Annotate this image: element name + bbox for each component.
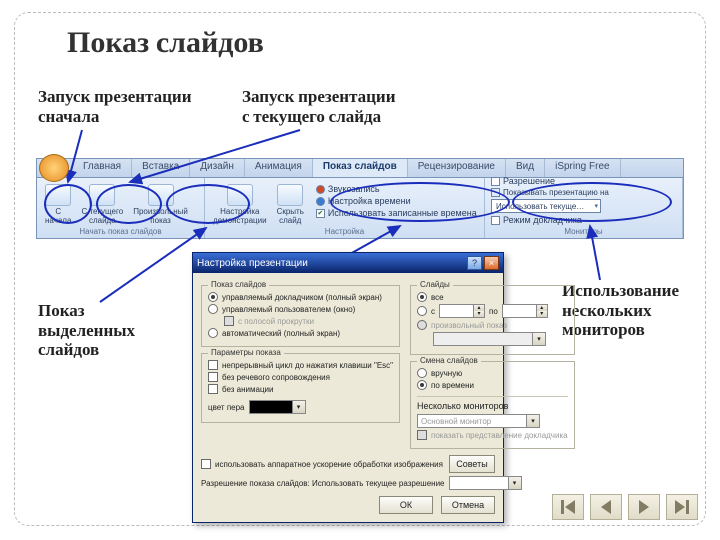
tab-review[interactable]: Рецензирование (408, 159, 506, 177)
radio-kiosk[interactable]: автоматический (полный экран) (208, 328, 393, 338)
highlight-oval (96, 184, 162, 224)
help-button[interactable]: ? (467, 256, 482, 270)
group-monitors-label: Мониторы (491, 227, 676, 236)
hide-slide-button[interactable]: Скрытьслайд (275, 184, 306, 225)
check-presenter-view[interactable]: показать представление докладчика (417, 430, 568, 440)
highlight-oval (166, 184, 250, 224)
nav-next-button[interactable] (628, 494, 660, 520)
page-title: Показ слайдов (67, 25, 683, 60)
pen-color-combo[interactable]: ▾ (249, 400, 306, 414)
radio-all-slides[interactable]: все (417, 292, 568, 302)
tips-button[interactable]: Советы (449, 455, 495, 473)
custom-show-combo[interactable]: ▾ (433, 332, 546, 346)
highlight-oval (44, 184, 92, 224)
callout-custom-show: Показвыделенныхслайдов (38, 302, 135, 361)
radio-slide-range[interactable]: с ▴▾ по ▴▾ (417, 304, 568, 318)
from-spinner[interactable]: ▴▾ (439, 304, 485, 318)
ok-button[interactable]: ОК (379, 496, 433, 514)
callout-from-beginning: Запуск презентациисначала (38, 88, 192, 127)
nav-last-button[interactable] (666, 494, 698, 520)
tab-animation[interactable]: Анимация (245, 159, 313, 177)
callout-monitors: Использованиенесколькихмониторов (562, 282, 679, 341)
group-setup-label: Настройка (211, 227, 478, 236)
dialog-title: Настройка презентации (197, 258, 308, 269)
radio-presenter[interactable]: управляемый докладчиком (полный экран) (208, 292, 393, 302)
highlight-oval (512, 182, 672, 222)
radio-custom-show[interactable]: произвольный показ (417, 320, 568, 330)
check-hw-accel[interactable]: использовать аппаратное ускорение обрабо… (201, 455, 495, 473)
group-show-type: Показ слайдов управляемый докладчиком (п… (201, 285, 400, 347)
dialog-titlebar[interactable]: Настройка презентации ? × (193, 253, 503, 273)
check-scrollbar[interactable]: с полосой прокрутки (224, 316, 393, 326)
highlight-oval (330, 182, 510, 222)
check-no-narration[interactable]: без речевого сопровождения (208, 372, 393, 382)
resolution-combo[interactable]: ▾ (449, 476, 522, 490)
check-loop[interactable]: непрерывный цикл до нажатия клавиши "Esc… (208, 360, 393, 370)
group-slides: Слайды все с ▴▾ по ▴▾ произвольный показ… (410, 285, 575, 355)
slide-nav (552, 494, 698, 520)
multi-monitor-combo[interactable]: Основной монитор▾ (417, 414, 540, 428)
check-no-animation[interactable]: без анимации (208, 384, 393, 394)
tab-view[interactable]: Вид (506, 159, 545, 177)
radio-browsed[interactable]: управляемый пользователем (окно) (208, 304, 393, 314)
group-start-label: Начать показ слайдов (43, 227, 198, 236)
close-button[interactable]: × (484, 256, 499, 270)
group-advance: Смена слайдов вручную по времени Несколь… (410, 361, 575, 449)
radio-timings[interactable]: по времени (417, 380, 568, 390)
tab-slideshow[interactable]: Показ слайдов (313, 159, 408, 177)
cancel-button[interactable]: Отмена (441, 496, 495, 514)
tab-design[interactable]: Дизайн (190, 159, 245, 177)
ribbon-tabs: Главная Вставка Дизайн Анимация Показ сл… (36, 158, 684, 177)
office-button[interactable] (39, 154, 69, 182)
setup-show-dialog: Настройка презентации ? × Показ слайдов … (192, 252, 504, 523)
nav-prev-button[interactable] (590, 494, 622, 520)
to-spinner[interactable]: ▴▾ (502, 304, 548, 318)
tab-ispring[interactable]: iSpring Free (545, 159, 620, 177)
callout-from-current: Запуск презентациис текущего слайда (242, 88, 396, 127)
nav-first-button[interactable] (552, 494, 584, 520)
group-options: Параметры показа непрерывный цикл до наж… (201, 353, 400, 423)
radio-manual[interactable]: вручную (417, 368, 568, 378)
tab-insert[interactable]: Вставка (132, 159, 190, 177)
tab-home[interactable]: Главная (73, 159, 132, 177)
